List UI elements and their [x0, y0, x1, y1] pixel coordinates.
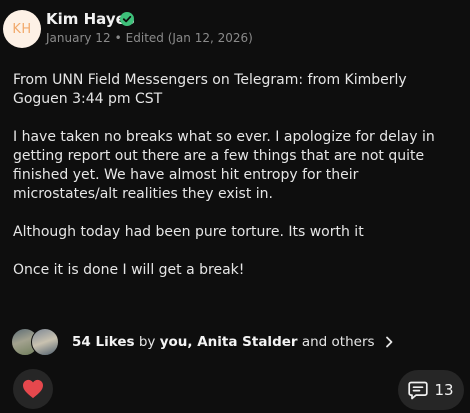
- likes-summary[interactable]: 54 Likes by you, Anita Stalder and other…: [11, 328, 393, 356]
- meta-separator: •: [114, 31, 122, 45]
- heart-icon: [23, 379, 43, 399]
- post-body: From UNN Field Messengers on Telegram: f…: [13, 71, 459, 299]
- likes-others: and others: [301, 334, 375, 350]
- likes-names: you, Anita Stalder: [159, 334, 298, 350]
- post-date[interactable]: January 12: [46, 31, 111, 45]
- post-paragraph: Once it is done I will get a break!: [13, 262, 245, 278]
- liker-avatar: [31, 328, 59, 356]
- comment-button[interactable]: 13: [398, 370, 464, 410]
- post-paragraph: From UNN Field Messengers on Telegram: f…: [13, 72, 407, 107]
- edited-label: Edited (Jan 12, 2026): [125, 31, 253, 45]
- likes-text[interactable]: 54 Likes by you, Anita Stalder and other…: [72, 334, 393, 350]
- comment-icon: [408, 381, 429, 399]
- likes-by: by: [138, 334, 156, 350]
- post-paragraph: I have taken no breaks what so ever. I a…: [13, 129, 435, 202]
- avatar[interactable]: KH: [3, 10, 41, 48]
- post-paragraph: Although today had been pure torture. It…: [13, 224, 364, 240]
- liker-avatars: [11, 328, 59, 356]
- likes-count: 54 Likes: [72, 334, 135, 350]
- post-card: KH Kim Hayes January 12 • Edited (Jan 12, …: [0, 0, 470, 413]
- post-meta: January 12 • Edited (Jan 12, 2026): [46, 31, 253, 45]
- like-button[interactable]: [13, 369, 53, 409]
- avatar-initials: KH: [12, 21, 32, 37]
- verified-check-icon: [120, 12, 134, 26]
- comment-count: 13: [434, 381, 454, 399]
- chevron-right-icon: [385, 336, 393, 348]
